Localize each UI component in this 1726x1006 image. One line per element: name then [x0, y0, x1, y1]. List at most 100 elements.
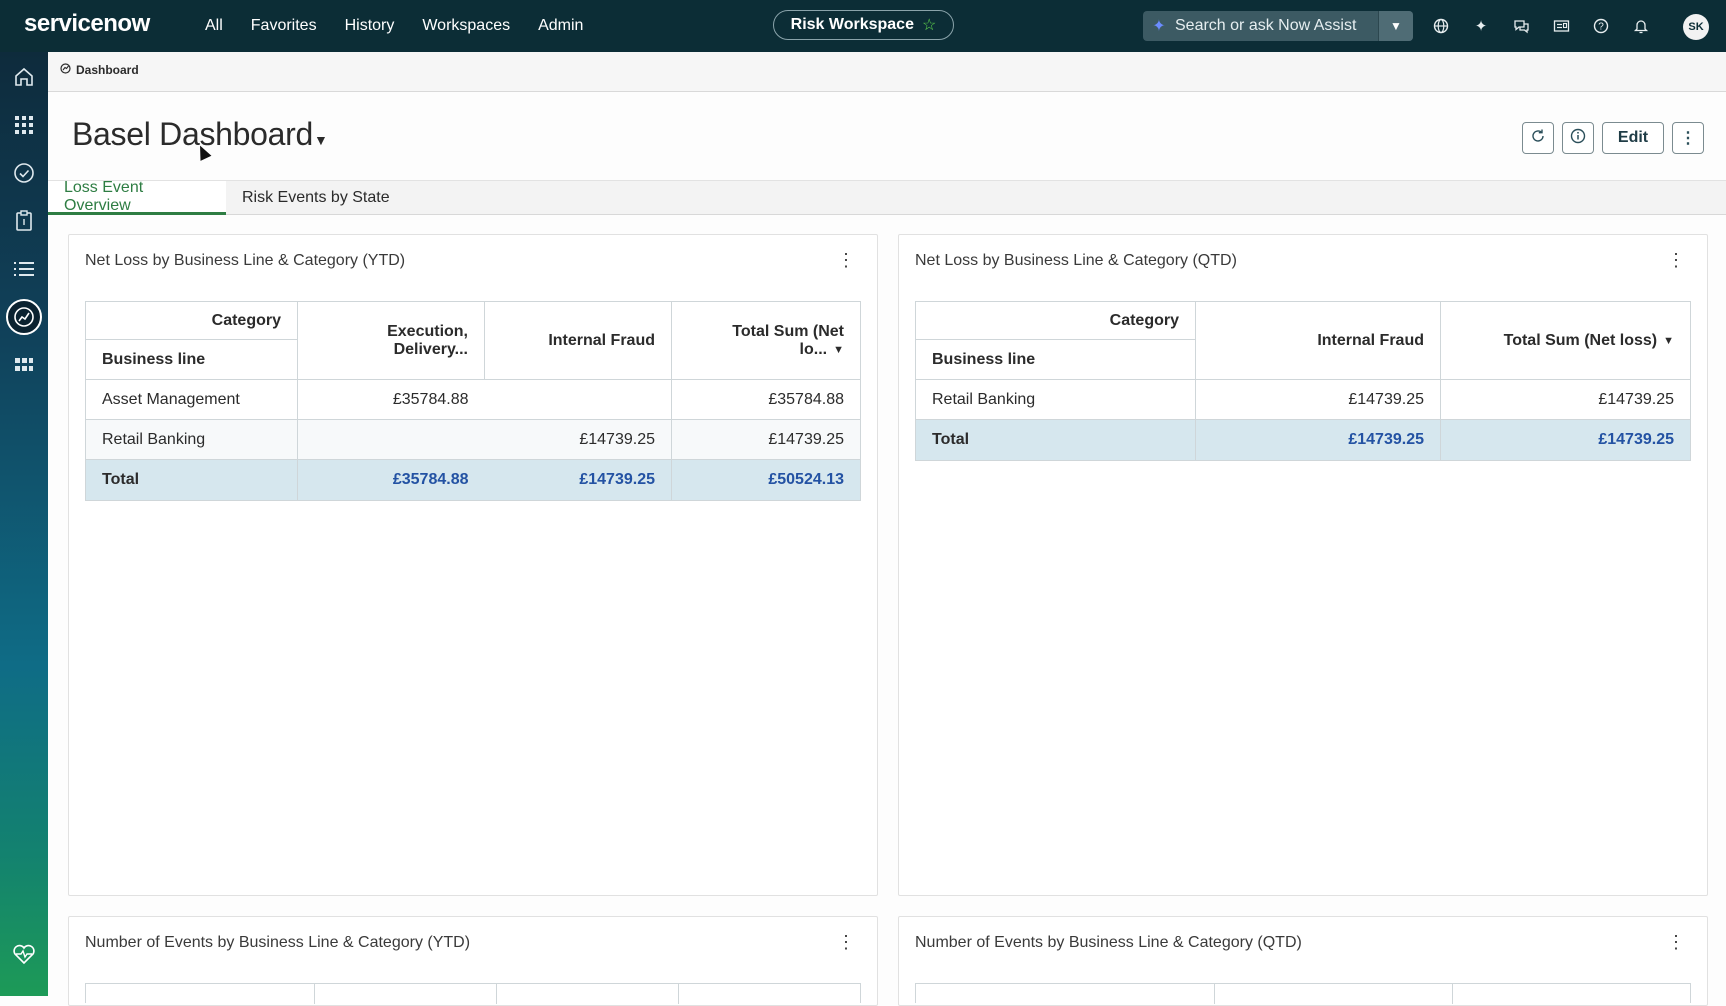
left-rail — [0, 52, 48, 996]
cell-value[interactable]: £35784.88 — [297, 459, 485, 501]
business-line-header: Business line — [85, 339, 298, 380]
home-icon[interactable] — [12, 65, 36, 89]
nav-admin[interactable]: Admin — [538, 17, 583, 35]
cell-value[interactable] — [484, 379, 672, 420]
widget-title: Net Loss by Business Line & Category (QT… — [915, 252, 1237, 269]
check-circle-icon[interactable] — [12, 161, 36, 185]
breadcrumb-dashboard[interactable]: Dashboard — [60, 63, 139, 77]
dashboard-icon — [60, 63, 71, 77]
title-dropdown-caret-icon[interactable]: ▼ — [314, 132, 328, 148]
row-label: Asset Management — [85, 379, 298, 420]
edit-button[interactable]: Edit — [1602, 122, 1664, 154]
column-header[interactable]: Internal Fraud — [484, 301, 672, 380]
pivot-table-qtd: Category Internal Fraud Total Sum (Net l… — [915, 301, 1691, 461]
table-row: Retail Banking £14739.25 £14739.25 — [915, 379, 1691, 420]
column-header-sorted[interactable]: Total Sum (Net lo... ▼ — [671, 301, 861, 380]
widget-title: Number of Events by Business Line & Cate… — [85, 934, 471, 951]
pivot-table-ytd: Category Execution, Delivery... Internal… — [85, 301, 861, 501]
nav-all[interactable]: All — [205, 17, 223, 35]
nav-links: All Favorites History Workspaces Admin — [205, 0, 583, 52]
widget-menu-icon[interactable]: ⋮ — [1667, 251, 1685, 269]
column-header-label: Total Sum (Net lo... — [732, 322, 844, 358]
sparkle-icon[interactable]: ✦ — [1472, 17, 1490, 35]
info-icon — [1570, 128, 1586, 148]
row-label: Retail Banking — [85, 419, 298, 460]
table-row: Asset Management £35784.88 £35784.88 — [85, 379, 861, 420]
widget-title: Number of Events by Business Line & Cate… — [915, 934, 1302, 951]
apps-grid-icon[interactable] — [12, 113, 36, 137]
breadcrumb: Dashboard — [48, 52, 1726, 92]
nav-favorites[interactable]: Favorites — [251, 17, 317, 35]
breadcrumb-label: Dashboard — [76, 63, 139, 77]
total-row: Total £14739.25 £14739.25 — [915, 419, 1691, 461]
widget-menu-icon[interactable]: ⋮ — [1667, 933, 1685, 951]
search-input[interactable]: Search or ask Now Assist — [1175, 17, 1378, 35]
category-header: Category — [915, 301, 1196, 340]
avatar[interactable]: SK — [1683, 14, 1709, 40]
list-icon[interactable] — [12, 257, 36, 281]
business-line-header: Business line — [915, 339, 1196, 380]
servicenow-logo[interactable]: servicenow — [24, 10, 150, 38]
top-navigation: servicenow All Favorites History Workspa… — [0, 0, 1726, 52]
cell-total[interactable]: £14739.25 — [1440, 379, 1691, 420]
widget-net-loss-ytd: Net Loss by Business Line & Category (YT… — [68, 234, 878, 896]
dashboard-tabs: Loss Event Overview Risk Events by State — [48, 179, 1726, 215]
sort-desc-icon[interactable]: ▼ — [1663, 335, 1674, 347]
inbox-icon[interactable] — [1552, 17, 1570, 35]
cell-value[interactable]: £14739.25 — [1195, 419, 1441, 461]
tab-risk-events-by-state[interactable]: Risk Events by State — [226, 181, 406, 215]
workspace-name: Risk Workspace — [790, 16, 914, 33]
column-header-sorted[interactable]: Total Sum (Net loss) ▼ — [1440, 301, 1691, 380]
widget-menu-icon[interactable]: ⋮ — [837, 933, 855, 951]
cell-value[interactable]: £35784.88 — [297, 379, 485, 420]
star-icon[interactable]: ☆ — [922, 15, 936, 35]
now-assist-icon: ✦ — [1152, 18, 1166, 35]
heart-pulse-icon[interactable] — [12, 942, 36, 966]
widget-title: Net Loss by Business Line & Category (YT… — [85, 252, 406, 269]
search-dropdown-button[interactable]: ▼ — [1378, 11, 1413, 41]
clipboard-icon[interactable] — [12, 209, 36, 233]
modules-icon[interactable] — [12, 353, 36, 377]
help-icon[interactable]: ? — [1592, 17, 1610, 35]
search-bar[interactable]: ✦ Search or ask Now Assist ▼ — [1143, 11, 1413, 41]
refresh-button[interactable] — [1522, 122, 1554, 154]
cell-value[interactable] — [297, 419, 485, 460]
pivot-table-events-qtd — [915, 983, 1691, 1004]
page-title: Basel Dashboard — [72, 116, 313, 152]
table-row: Retail Banking £14739.25 £14739.25 — [85, 419, 861, 460]
svg-text:?: ? — [1598, 22, 1604, 33]
column-header[interactable]: Internal Fraud — [1195, 301, 1441, 380]
cell-total[interactable]: £14739.25 — [671, 419, 861, 460]
dashboard-gauge-icon[interactable] — [6, 299, 42, 335]
workspace-pill[interactable]: Risk Workspace ☆ — [773, 10, 954, 40]
tab-loss-event-overview[interactable]: Loss Event Overview — [48, 179, 226, 215]
widget-net-loss-qtd: Net Loss by Business Line & Category (QT… — [898, 234, 1708, 896]
cell-value[interactable]: £14739.25 — [484, 419, 672, 460]
top-icons: ✦ ? — [1432, 0, 1650, 52]
cell-total[interactable]: £14739.25 — [1440, 419, 1691, 461]
column-header[interactable]: Execution, Delivery... — [297, 301, 485, 380]
row-label: Total — [85, 459, 298, 501]
refresh-icon — [1530, 128, 1546, 148]
cell-value[interactable]: £14739.25 — [1195, 379, 1441, 420]
column-header-label: Total Sum (Net loss) — [1503, 331, 1658, 349]
nav-workspaces[interactable]: Workspaces — [422, 17, 510, 35]
nav-history[interactable]: History — [345, 17, 395, 35]
chat-icon[interactable] — [1512, 17, 1530, 35]
total-row: Total £35784.88 £14739.25 £50524.13 — [85, 459, 861, 501]
more-options-button[interactable]: ⋮ — [1672, 122, 1704, 154]
widget-menu-icon[interactable]: ⋮ — [837, 251, 855, 269]
widget-events-qtd: Number of Events by Business Line & Cate… — [898, 916, 1708, 1006]
info-button[interactable] — [1562, 122, 1594, 154]
category-header: Category — [85, 301, 298, 340]
pivot-table-events-ytd — [85, 983, 861, 1004]
globe-icon[interactable] — [1432, 17, 1450, 35]
widget-events-ytd: Number of Events by Business Line & Cate… — [68, 916, 878, 1006]
bell-icon[interactable] — [1632, 17, 1650, 35]
cell-total[interactable]: £35784.88 — [671, 379, 861, 420]
row-label: Total — [915, 419, 1196, 461]
row-label: Retail Banking — [915, 379, 1196, 420]
cell-total[interactable]: £50524.13 — [671, 459, 861, 501]
cell-value[interactable]: £14739.25 — [484, 459, 672, 501]
sort-desc-icon[interactable]: ▼ — [833, 344, 844, 356]
